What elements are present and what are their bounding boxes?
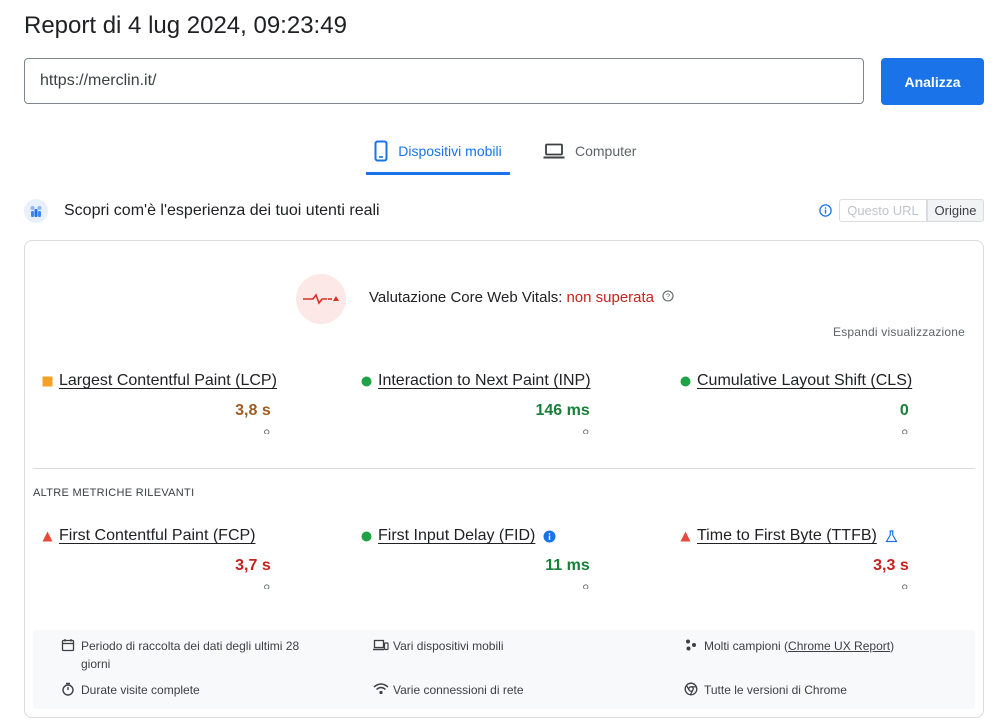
flask-icon[interactable]: [885, 529, 898, 543]
metric-lcp: Largest Contentful Paint (LCP) 3,8 s: [42, 372, 332, 452]
red-triangle-icon: [680, 531, 694, 542]
devices-info: Vari dispositivi mobili: [373, 637, 503, 655]
section-divider: [33, 468, 975, 469]
p75-marker: [583, 584, 589, 589]
tab-mobile-label: Dispositivi mobili: [398, 143, 502, 159]
distribution-bar: [902, 429, 908, 434]
chrome-icon: [684, 682, 700, 698]
red-triangle-icon: [42, 531, 56, 542]
crux-heading: Scopri com'è l'esperienza dei tuoi utent…: [64, 202, 380, 219]
collection-period-text: Periodo di raccolta dei dati degli ultim…: [81, 639, 300, 671]
tab-mobile[interactable]: Dispositivi mobili: [366, 130, 510, 175]
metric-value: 3,7 s: [235, 557, 271, 574]
network-text: Varie connessioni di rete: [393, 683, 524, 697]
metric-name-link[interactable]: Time to First Byte (TTFB): [697, 527, 877, 545]
info-icon[interactable]: [819, 204, 832, 222]
metric-value: 146 ms: [535, 402, 590, 419]
expand-view-link[interactable]: Espandi visualizzazione: [833, 325, 965, 339]
assessment-status: non superata: [566, 289, 655, 306]
green-circle-icon: [680, 376, 694, 387]
assessment-label: Valutazione Core Web Vitals:: [369, 289, 563, 306]
chrome-ux-report-link[interactable]: Chrome UX Report: [788, 637, 890, 655]
devices-text: Vari dispositivi mobili: [393, 639, 504, 653]
orange-square-icon: [42, 376, 56, 387]
samples-prefix: Molti campioni (: [704, 639, 789, 653]
devices-icon: [373, 638, 389, 654]
visit-duration-text: Durate visite complete: [81, 683, 200, 697]
p75-marker: [583, 429, 589, 434]
tab-desktop-label: Computer: [575, 143, 637, 159]
p75-marker: [902, 429, 908, 434]
chrome-versions-text: Tutte le versioni di Chrome: [704, 683, 847, 697]
samples-suffix: ): [890, 639, 895, 653]
p75-marker: [264, 429, 270, 434]
device-tabs: Dispositivi mobili Computer: [0, 130, 1008, 175]
origin-toggle[interactable]: Origine: [927, 199, 984, 222]
data-info-footer: Periodo di raccolta dei dati degli ultim…: [33, 630, 975, 709]
distribution-bar: [264, 584, 270, 589]
help-icon[interactable]: ?: [662, 289, 674, 306]
green-circle-icon: [361, 531, 375, 542]
metric-name-link[interactable]: Cumulative Layout Shift (CLS): [697, 372, 912, 390]
distribution-bar: [583, 429, 589, 434]
metric-inp: Interaction to Next Paint (INP) 146 ms: [361, 372, 651, 452]
assessment-badge: [296, 274, 346, 324]
field-data-card: Valutazione Core Web Vitals: non superat…: [24, 240, 984, 718]
network-info: Varie connessioni di rete: [373, 681, 524, 699]
url-input[interactable]: [24, 58, 864, 104]
visit-duration: Durate visite complete: [61, 681, 200, 699]
info-icon[interactable]: [543, 530, 556, 543]
samples-info: Molti campioni (Chrome UX Report): [684, 637, 894, 655]
metric-fcp: First Contentful Paint (FCP) 3,7 s: [42, 527, 332, 607]
metric-name-link[interactable]: Interaction to Next Paint (INP): [378, 372, 591, 390]
calendar-icon: [61, 638, 77, 654]
metric-value: 0: [899, 402, 909, 419]
distribution-bar: [583, 584, 589, 589]
assessment-text: Valutazione Core Web Vitals: non superat…: [369, 289, 674, 306]
metric-fid: First Input Delay (FID) 11 ms: [361, 527, 651, 607]
failed-assessment-icon: [303, 293, 339, 305]
other-metrics-title: ALTRE METRICHE RILEVANTI: [33, 487, 195, 499]
p75-marker: [902, 584, 908, 589]
this-url-toggle[interactable]: Questo URL: [839, 199, 927, 222]
chrome-versions-info: Tutte le versioni di Chrome: [684, 681, 847, 699]
metric-name-link[interactable]: First Input Delay (FID): [378, 527, 535, 545]
distribution-bar: [902, 584, 908, 589]
report-title: Report di 4 lug 2024, 09:23:49: [24, 12, 347, 39]
crux-header: Scopri com'è l'esperienza dei tuoi utent…: [24, 198, 984, 226]
analyze-button[interactable]: Analizza: [881, 58, 984, 105]
wifi-icon: [373, 682, 389, 698]
p75-marker: [264, 584, 270, 589]
samples-icon: [684, 638, 700, 654]
metric-value: 3,8 s: [235, 402, 271, 419]
metric-ttfb: Time to First Byte (TTFB) 3,3 s: [680, 527, 970, 607]
phone-icon: [374, 140, 388, 162]
metric-cls: Cumulative Layout Shift (CLS) 0: [680, 372, 970, 452]
green-circle-icon: [361, 376, 375, 387]
metric-value: 3,3 s: [873, 557, 909, 574]
metric-name-link[interactable]: Largest Contentful Paint (LCP): [59, 372, 277, 390]
stopwatch-icon: [61, 682, 77, 698]
laptop-icon: [543, 143, 565, 159]
metric-name-link[interactable]: First Contentful Paint (FCP): [59, 527, 256, 545]
users-icon: [24, 199, 48, 223]
svg-text:?: ?: [666, 292, 670, 301]
metric-value: 11 ms: [545, 557, 590, 574]
distribution-bar: [264, 429, 270, 434]
tab-desktop[interactable]: Computer: [543, 130, 663, 172]
collection-period: Periodo di raccolta dei dati degli ultim…: [61, 637, 331, 673]
